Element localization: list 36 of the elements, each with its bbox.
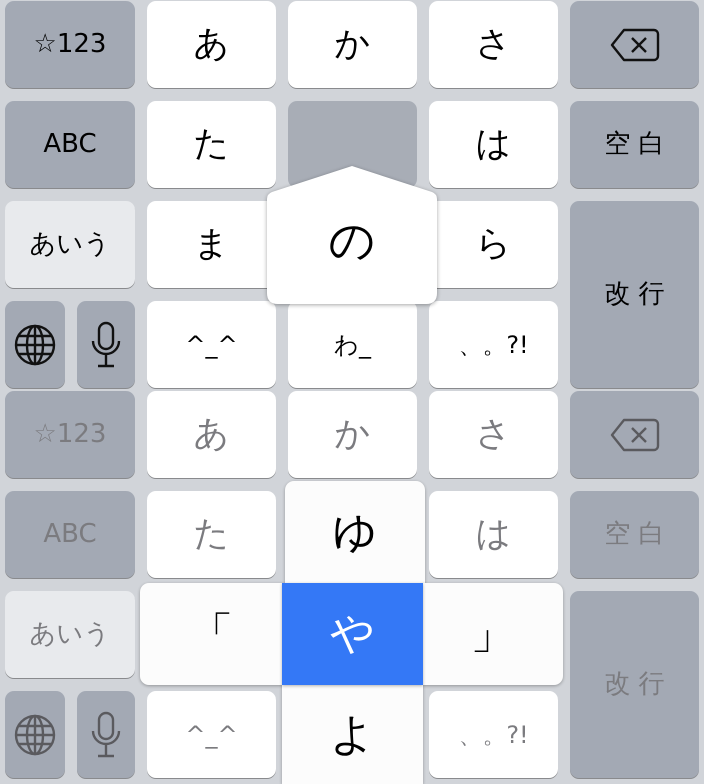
- key-preview-tooltip: の: [267, 165, 437, 305]
- letter-key[interactable]: は: [429, 491, 558, 578]
- globe-key[interactable]: [5, 301, 65, 388]
- letter-key[interactable]: わ_: [288, 301, 417, 388]
- letter-key[interactable]: た: [147, 101, 276, 188]
- letter-key[interactable]: 、。?!: [429, 691, 558, 778]
- letter-key[interactable]: さ: [429, 1, 558, 88]
- microphone-icon: [90, 710, 122, 758]
- letter-key[interactable]: 、。?!: [429, 301, 558, 388]
- flick-option[interactable]: ゆ: [285, 481, 425, 585]
- microphone-key[interactable]: [77, 301, 135, 388]
- globe-icon: [13, 322, 57, 366]
- letter-key[interactable]: ^_^: [147, 691, 276, 778]
- mode-key[interactable]: ABC: [5, 101, 135, 188]
- microphone-icon: [90, 320, 122, 368]
- letter-key[interactable]: か: [288, 1, 417, 88]
- delete-key[interactable]: [570, 1, 699, 88]
- mode-key[interactable]: あいう: [5, 201, 135, 288]
- letter-key[interactable]: か: [288, 391, 417, 478]
- backspace-icon: [610, 26, 660, 62]
- backspace-icon: [610, 416, 660, 452]
- flick-option[interactable]: や: [282, 583, 423, 685]
- letter-key[interactable]: あ: [147, 1, 276, 88]
- flick-option[interactable]: 「: [140, 583, 283, 685]
- mode-key[interactable]: ☆123: [5, 1, 135, 88]
- letter-key[interactable]: ^_^: [147, 301, 276, 388]
- letter-key[interactable]: あ: [147, 391, 276, 478]
- globe-icon: [13, 712, 57, 756]
- flick-option[interactable]: 」: [422, 583, 563, 685]
- mode-key[interactable]: あいう: [5, 591, 135, 678]
- letter-key[interactable]: た: [147, 491, 276, 578]
- space-key[interactable]: 空白: [570, 101, 699, 188]
- return-key[interactable]: 改行: [570, 201, 699, 388]
- letter-key[interactable]: は: [429, 101, 558, 188]
- flick-option[interactable]: よ: [282, 685, 423, 784]
- letter-key[interactable]: さ: [429, 391, 558, 478]
